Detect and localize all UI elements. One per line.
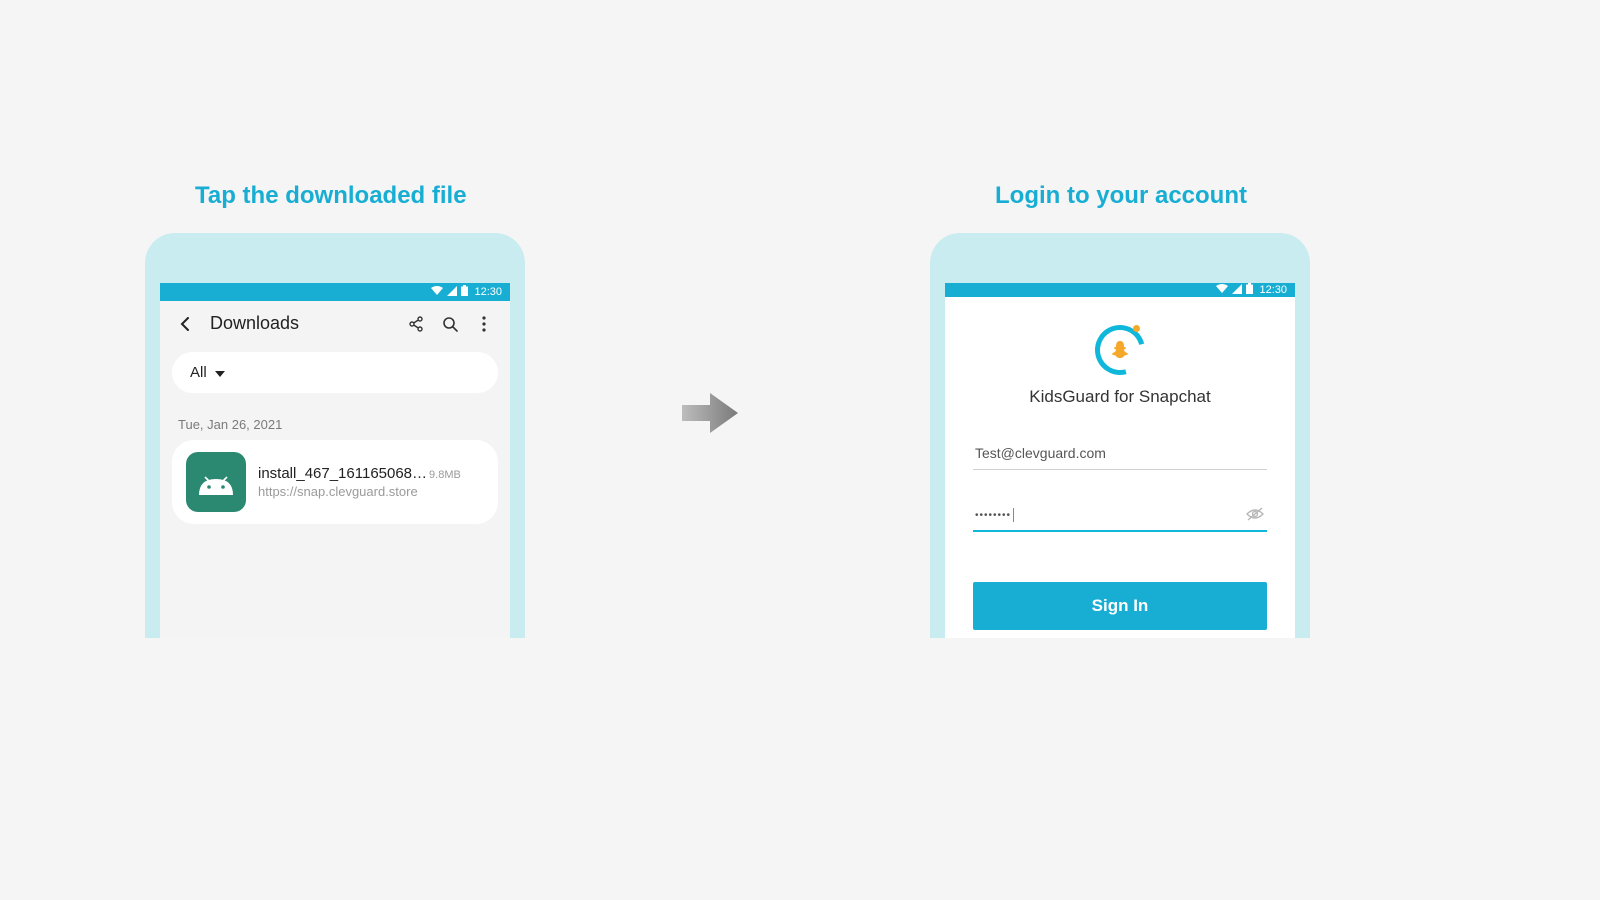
app-title: KidsGuard for Snapchat	[1029, 387, 1210, 407]
password-mask: ••••••••	[975, 510, 1011, 521]
share-icon[interactable]	[406, 314, 426, 334]
wifi-icon	[1216, 284, 1228, 297]
file-size: 9.8MB	[429, 469, 461, 481]
arrow-right-icon	[680, 388, 740, 443]
email-value: Test@clevguard.com	[975, 445, 1106, 461]
search-icon[interactable]	[440, 314, 460, 334]
sign-in-button[interactable]: Sign In	[973, 582, 1267, 630]
wifi-icon	[431, 286, 443, 299]
file-info: install_467_161165068…9.8MB https://snap…	[258, 465, 484, 499]
right-status-time: 12:30	[1259, 284, 1287, 296]
battery-icon	[1246, 283, 1253, 297]
right-status-bar: 12:30	[945, 283, 1295, 297]
app-logo: KidsGuard for Snapchat	[973, 325, 1267, 407]
password-field[interactable]: ••••••••	[973, 500, 1267, 532]
right-phone-screen: 12:30 KidsGuard for Snapchat Test@clevgu…	[945, 283, 1295, 638]
file-url: https://snap.clevguard.store	[258, 484, 484, 499]
signal-icon	[1232, 284, 1242, 297]
text-caret	[1013, 508, 1014, 522]
date-header: Tue, Jan 26, 2021	[178, 417, 492, 432]
downloaded-file-row[interactable]: install_467_161165068…9.8MB https://snap…	[172, 440, 498, 524]
filter-label: All	[190, 364, 207, 381]
back-icon[interactable]	[176, 314, 196, 334]
filter-dropdown[interactable]: All	[172, 352, 498, 393]
apk-icon	[186, 452, 246, 512]
signal-icon	[447, 286, 457, 299]
eye-off-icon[interactable]	[1245, 507, 1265, 524]
right-caption: Login to your account	[995, 182, 1247, 210]
chevron-down-icon	[215, 364, 225, 381]
left-phone-screen: 12:30 Downloads All Tue, Jan 26, 2021	[160, 283, 510, 638]
downloads-title: Downloads	[210, 313, 299, 334]
left-caption: Tap the downloaded file	[195, 182, 467, 210]
email-field[interactable]: Test@clevguard.com	[973, 437, 1267, 470]
login-screen: KidsGuard for Snapchat Test@clevguard.co…	[945, 297, 1295, 638]
battery-icon	[461, 285, 468, 299]
more-icon[interactable]	[474, 314, 494, 334]
left-status-time: 12:30	[474, 286, 502, 298]
file-name: install_467_161165068…	[258, 465, 427, 482]
downloads-topbar: Downloads	[160, 301, 510, 346]
left-status-bar: 12:30	[160, 283, 510, 301]
logo-circle-icon	[1095, 325, 1145, 375]
left-phone-shell: 12:30 Downloads All Tue, Jan 26, 2021	[145, 233, 525, 638]
right-phone-shell: 12:30 KidsGuard for Snapchat Test@clevgu…	[930, 233, 1310, 638]
